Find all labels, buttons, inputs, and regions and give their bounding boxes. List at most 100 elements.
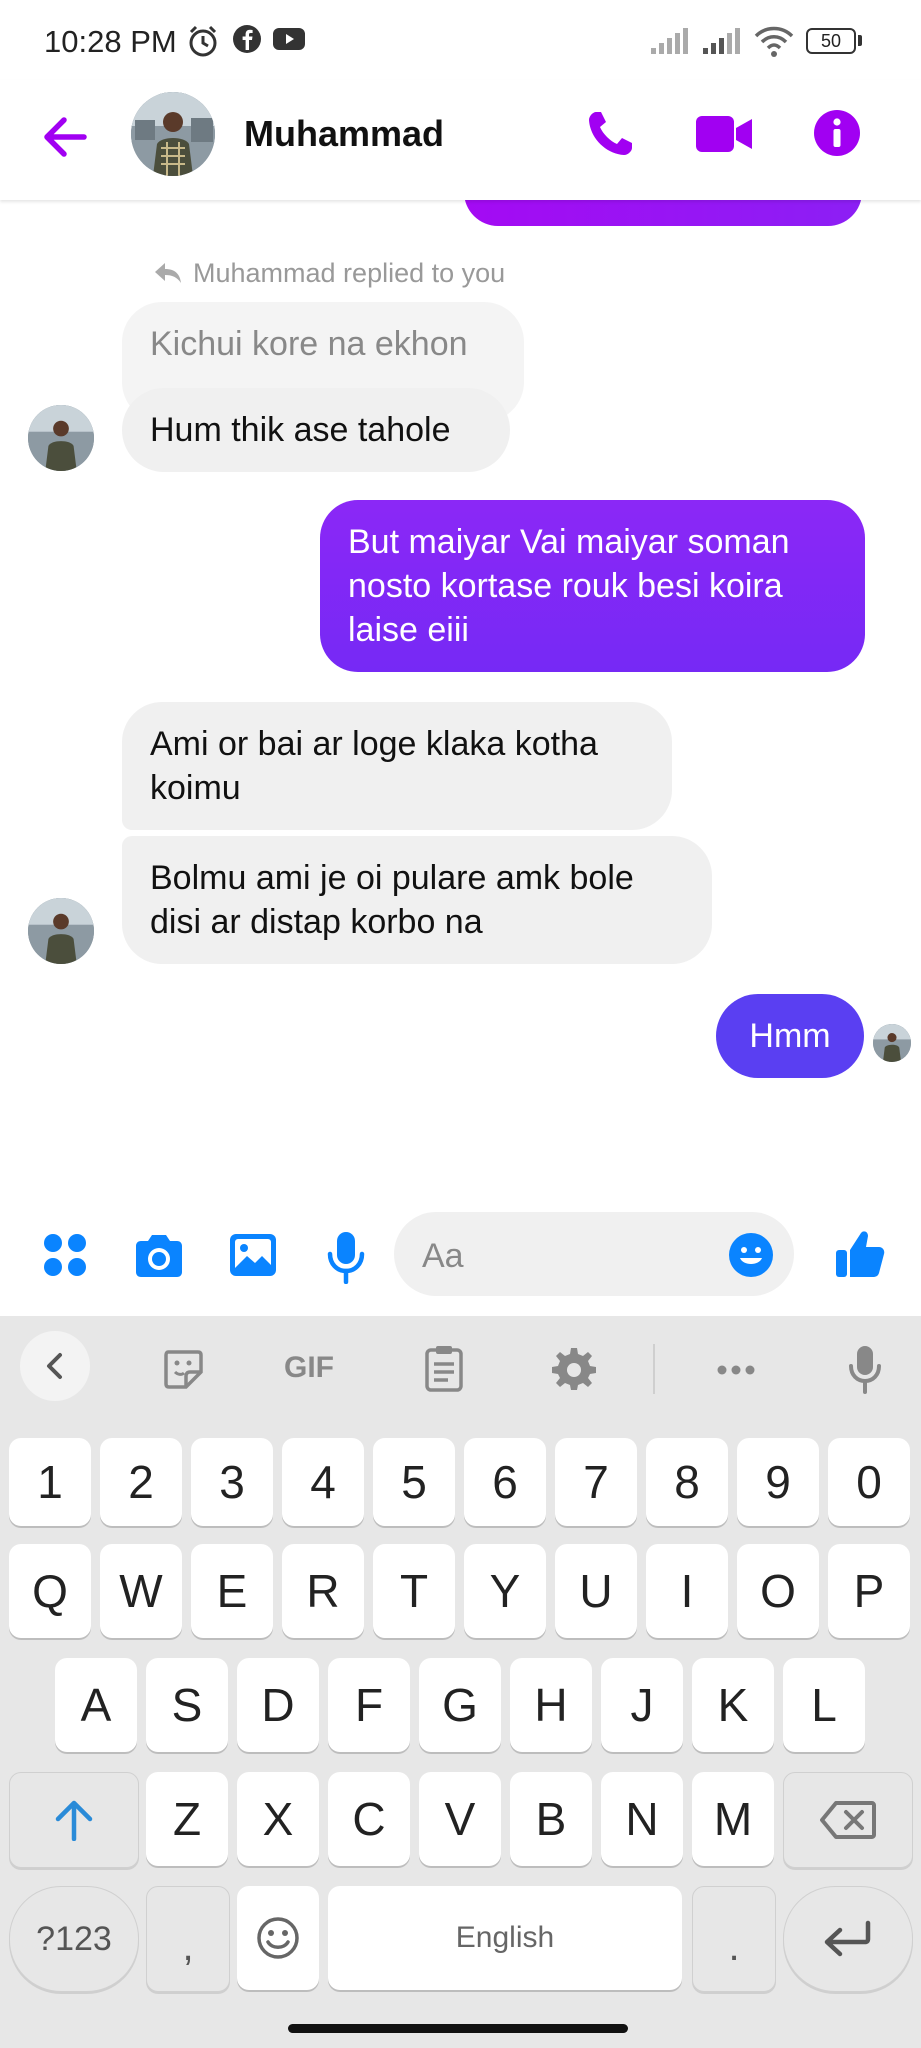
message-bubble-incoming[interactable]: Hum thik ase tahole bbox=[122, 388, 510, 472]
shift-key[interactable] bbox=[9, 1772, 139, 1868]
seen-indicator-avatar bbox=[873, 1024, 911, 1062]
key-t[interactable]: T bbox=[373, 1544, 455, 1638]
chat-header bbox=[0, 80, 921, 200]
emoji-icon[interactable] bbox=[728, 1232, 774, 1278]
key-g[interactable]: G bbox=[419, 1658, 501, 1752]
key-p[interactable]: P bbox=[828, 1544, 910, 1638]
message-bubble-outgoing[interactable]: Hmm bbox=[716, 994, 864, 1078]
key-a[interactable]: A bbox=[55, 1658, 137, 1752]
symbols-key[interactable]: ?123 bbox=[9, 1886, 139, 1992]
key-w[interactable]: W bbox=[100, 1544, 182, 1638]
message-line: nosto kortase rouk besi koira bbox=[348, 567, 783, 605]
key-2[interactable]: 2 bbox=[100, 1438, 182, 1526]
space-key[interactable]: English bbox=[328, 1886, 682, 1990]
battery-icon: 50 bbox=[806, 28, 856, 54]
emoji-key[interactable] bbox=[237, 1886, 319, 1990]
message-line: disi ar distap korbo na bbox=[150, 903, 483, 941]
key-l[interactable]: L bbox=[783, 1658, 865, 1752]
key-o[interactable]: O bbox=[737, 1544, 819, 1638]
key-4[interactable]: 4 bbox=[282, 1438, 364, 1526]
key-9[interactable]: 9 bbox=[737, 1438, 819, 1526]
key-8[interactable]: 8 bbox=[646, 1438, 728, 1526]
message-text: Hum thik ase tahole bbox=[150, 411, 451, 449]
message-bubble-outgoing[interactable]: But maiyar Vai maiyar soman nosto kortas… bbox=[320, 500, 865, 672]
message-bubble-incoming[interactable]: Bolmu ami je oi pulare amk bole disi ar … bbox=[122, 836, 712, 964]
key-h[interactable]: H bbox=[510, 1658, 592, 1752]
home-indicator[interactable] bbox=[288, 2024, 628, 2033]
key-d[interactable]: D bbox=[237, 1658, 319, 1752]
key-f[interactable]: F bbox=[328, 1658, 410, 1752]
sender-avatar[interactable] bbox=[28, 898, 94, 964]
key-x[interactable]: X bbox=[237, 1772, 319, 1866]
alarm-icon bbox=[189, 25, 217, 57]
enter-key[interactable] bbox=[783, 1886, 913, 1992]
key-j[interactable]: J bbox=[601, 1658, 683, 1752]
more-icon[interactable] bbox=[716, 1364, 756, 1376]
video-camera-icon[interactable] bbox=[694, 112, 754, 156]
back-arrow-icon[interactable] bbox=[40, 112, 90, 162]
gif-icon[interactable]: GIF bbox=[284, 1350, 334, 1386]
battery-tip bbox=[858, 35, 862, 46]
settings-icon[interactable] bbox=[552, 1346, 596, 1390]
message-bubble-incoming[interactable]: Ami or bai ar loge klaka kotha koimu bbox=[122, 702, 672, 830]
reply-icon bbox=[155, 263, 181, 283]
shift-arrow-icon bbox=[55, 1800, 93, 1841]
message-line: koimu bbox=[150, 769, 241, 807]
microphone-icon[interactable] bbox=[326, 1230, 366, 1284]
status-time: 10:28 PM bbox=[44, 24, 177, 59]
period-key[interactable]: . bbox=[692, 1886, 776, 1992]
wifi-icon bbox=[754, 26, 794, 57]
key-5[interactable]: 5 bbox=[373, 1438, 455, 1526]
reply-note: Muhammad replied to you bbox=[193, 256, 505, 290]
quoted-message-text: Kichui kore na ekhon bbox=[150, 325, 468, 363]
key-u[interactable]: U bbox=[555, 1544, 637, 1638]
key-r[interactable]: R bbox=[282, 1544, 364, 1638]
contact-name[interactable]: Muhammad bbox=[244, 112, 444, 156]
backspace-key[interactable] bbox=[783, 1772, 913, 1868]
key-1[interactable]: 1 bbox=[9, 1438, 91, 1526]
key-b[interactable]: B bbox=[510, 1772, 592, 1866]
enter-icon bbox=[824, 1920, 871, 1957]
key-3[interactable]: 3 bbox=[191, 1438, 273, 1526]
voice-input-icon[interactable] bbox=[848, 1344, 882, 1394]
keyboard-collapse-button[interactable] bbox=[20, 1331, 90, 1401]
message-input-placeholder: Aa bbox=[422, 1237, 464, 1275]
key-y[interactable]: Y bbox=[464, 1544, 546, 1638]
image-icon[interactable] bbox=[228, 1232, 278, 1278]
message-line: Bolmu ami je oi pulare amk bole bbox=[150, 859, 634, 897]
key-0[interactable]: 0 bbox=[828, 1438, 910, 1526]
camera-icon[interactable] bbox=[132, 1234, 186, 1278]
info-icon[interactable] bbox=[812, 108, 862, 158]
message-line: But maiyar Vai maiyar soman bbox=[348, 523, 790, 561]
key-v[interactable]: V bbox=[419, 1772, 501, 1866]
youtube-icon bbox=[273, 28, 305, 50]
signal-icon bbox=[703, 28, 740, 54]
battery-level: 50 bbox=[820, 31, 842, 51]
key-6[interactable]: 6 bbox=[464, 1438, 546, 1526]
comma-key[interactable]: , bbox=[146, 1886, 230, 1992]
key-z[interactable]: Z bbox=[146, 1772, 228, 1866]
backspace-icon bbox=[820, 1801, 876, 1839]
key-e[interactable]: E bbox=[191, 1544, 273, 1638]
clipboard-icon[interactable] bbox=[424, 1344, 464, 1392]
contact-avatar[interactable] bbox=[131, 92, 215, 176]
phone-icon[interactable] bbox=[584, 108, 636, 160]
thumbs-up-icon[interactable] bbox=[834, 1228, 886, 1280]
reply-note-text: Muhammad replied to you bbox=[193, 258, 506, 288]
key-c[interactable]: C bbox=[328, 1772, 410, 1866]
sticker-icon[interactable] bbox=[162, 1348, 204, 1390]
key-n[interactable]: N bbox=[601, 1772, 683, 1866]
message-line: laise eiii bbox=[348, 611, 469, 649]
key-7[interactable]: 7 bbox=[555, 1438, 637, 1526]
message-text: Hmm bbox=[749, 1017, 831, 1055]
keyboard-emoji-icon bbox=[257, 1917, 299, 1959]
keyboard: GIF 1 2 3 4 5 6 7 8 9 0 Q W E R T Y U I … bbox=[0, 1316, 921, 2048]
key-i[interactable]: I bbox=[646, 1544, 728, 1638]
key-s[interactable]: S bbox=[146, 1658, 228, 1752]
signal-icon bbox=[651, 28, 688, 54]
key-k[interactable]: K bbox=[692, 1658, 774, 1752]
apps-grid-icon[interactable] bbox=[42, 1232, 88, 1278]
key-q[interactable]: Q bbox=[9, 1544, 91, 1638]
sender-avatar[interactable] bbox=[28, 405, 94, 471]
key-m[interactable]: M bbox=[692, 1772, 774, 1866]
